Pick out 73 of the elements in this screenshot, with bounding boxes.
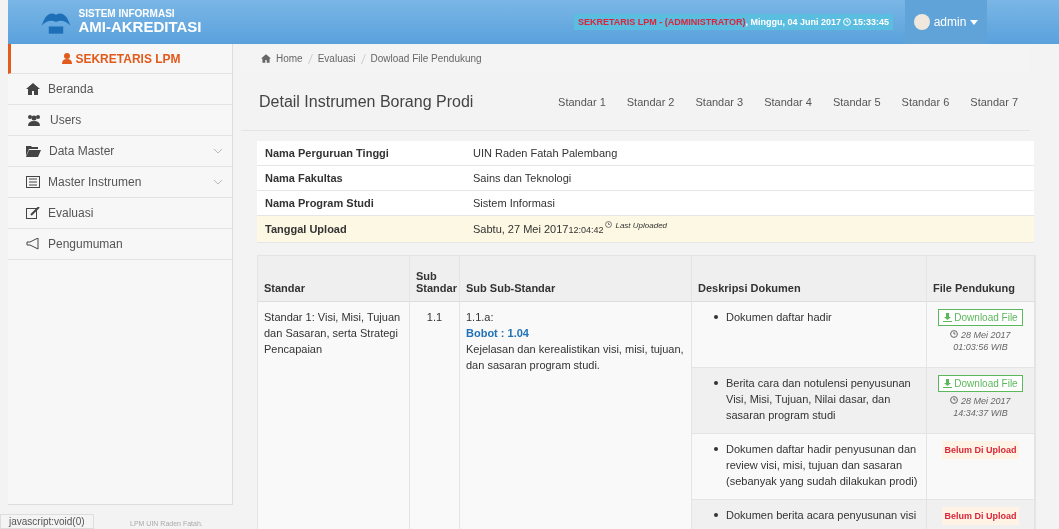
sidebar-item[interactable]: Evaluasi	[8, 198, 232, 229]
column-header: Standar	[258, 256, 410, 302]
bullet-icon	[714, 315, 718, 319]
status-label: Belum Di Upload	[942, 507, 1019, 525]
document-description: Dokumen berita acara penyusunan visi	[726, 508, 917, 523]
sidebar-item[interactable]: Pengumuman	[8, 229, 232, 260]
substandard-text: Kejelasan dan kerealistikan visi, misi, tujuan, dan sasaran program studi.	[466, 342, 685, 373]
clock-icon	[950, 396, 959, 404]
clock-icon	[950, 330, 959, 338]
avatar-icon	[913, 14, 930, 30]
list-icon	[26, 176, 40, 188]
separator-icon	[360, 53, 366, 64]
upload-date: 28 Mei 2017	[961, 396, 1011, 406]
info-value: Sains dan Teknologi	[473, 172, 572, 184]
home-icon	[26, 83, 40, 95]
document-description: Dokumen daftar hadir penyusunan dan review visi, misi, tujuan dan sasaran (sebanyak yang sudah dilakukan prodi)	[726, 442, 919, 489]
bullet-icon	[714, 447, 718, 451]
caret-icon	[970, 19, 979, 25]
table-cell: Standar 1: Visi, Misi, Tujuan dan Sasaran, serta Strategi Pencapaian	[258, 302, 410, 529]
upload-time: 14:34:37 WIB	[953, 408, 1008, 418]
download-icon	[943, 313, 953, 322]
info-label: Tanggal Upload	[265, 223, 348, 235]
sidebar-item[interactable]: Users	[8, 105, 232, 136]
upload-note: Last Uploaded	[615, 221, 668, 230]
info-value: Sistem Informasi	[473, 197, 555, 209]
bullet-icon	[714, 381, 718, 385]
users-icon	[26, 114, 42, 126]
home-icon	[261, 54, 271, 63]
info-label: Nama Program Studi	[265, 197, 375, 209]
sidebar-item[interactable]: Beranda	[8, 74, 232, 105]
megaphone-icon	[26, 238, 40, 250]
info-label: Nama Perguruan Tinggi	[265, 147, 390, 159]
browser-status-bar: javascript:void(0)	[0, 514, 94, 529]
sidebar-item[interactable]: Master Instrumen	[8, 167, 232, 198]
clock-icon	[842, 18, 851, 26]
session-info: SEKRETARIS LPM - (ADMINISTRATOR), Minggu, 04 Juni 2017 15:33:45	[573, 14, 893, 30]
column-header: Sub Standar	[410, 256, 460, 302]
current-page-label: Dowload File Pendukung	[370, 53, 482, 64]
breadcrumb-link[interactable]: Evaluasi	[317, 53, 356, 64]
info-value: UIN Raden Fatah Palembang	[473, 147, 618, 159]
bullet-icon	[714, 513, 718, 517]
document-description: Berita cara dan notulensi penyusunan Visi, Misi, Tujuan, Nilai dasar, dan sasaran program studi	[726, 376, 912, 423]
folder-icon	[26, 145, 41, 157]
column-header: File Pendukung	[927, 256, 1035, 302]
status-label: Belum Di Upload	[942, 441, 1019, 459]
table-cell: 1.1	[410, 302, 460, 529]
standard-tab[interactable]: Standar 5	[832, 95, 881, 108]
sidebar-item[interactable]: Data Master	[8, 136, 232, 167]
document-description: Dokumen daftar hadir	[726, 310, 832, 325]
user-icon	[62, 53, 73, 64]
standard-tab[interactable]: Standar 2	[626, 95, 675, 108]
weight-label: Bobot : 1.04	[466, 326, 529, 341]
panel-title: Detail Instrumen Borang Prodi	[259, 92, 475, 111]
substandard-code: 1.1.a:	[466, 310, 494, 325]
app-subtitle: SISTEM INFORMASI	[78, 8, 176, 20]
standard-tab[interactable]: Standar 1	[558, 95, 606, 108]
sidebar-title: SEKRETARIS LPM	[8, 44, 232, 74]
download-icon	[943, 379, 953, 388]
breadcrumb-link[interactable]: Home	[276, 53, 303, 64]
standard-tab[interactable]: Standar 3	[695, 95, 744, 108]
info-label: Nama Fakultas	[265, 172, 344, 184]
separator-icon	[307, 53, 313, 64]
app-title: AMI-AKREDITASI	[78, 19, 202, 36]
upload-date: 28 Mei 2017	[961, 330, 1011, 340]
standard-tab[interactable]: Standar 4	[764, 95, 812, 108]
standard-tab[interactable]: Standar 7	[970, 95, 1018, 108]
edit-icon	[26, 207, 40, 219]
standard-tab[interactable]: Standar 6	[901, 95, 950, 108]
column-header: Sub Sub-Standar	[460, 256, 692, 302]
column-header: Deskripsi Dokumen	[692, 256, 927, 302]
info-value: Sabtu, 27 Mei 201712:04:42	[473, 223, 604, 235]
clock-icon	[605, 221, 613, 228]
upload-time: 01:03:56 WIB	[953, 342, 1008, 352]
